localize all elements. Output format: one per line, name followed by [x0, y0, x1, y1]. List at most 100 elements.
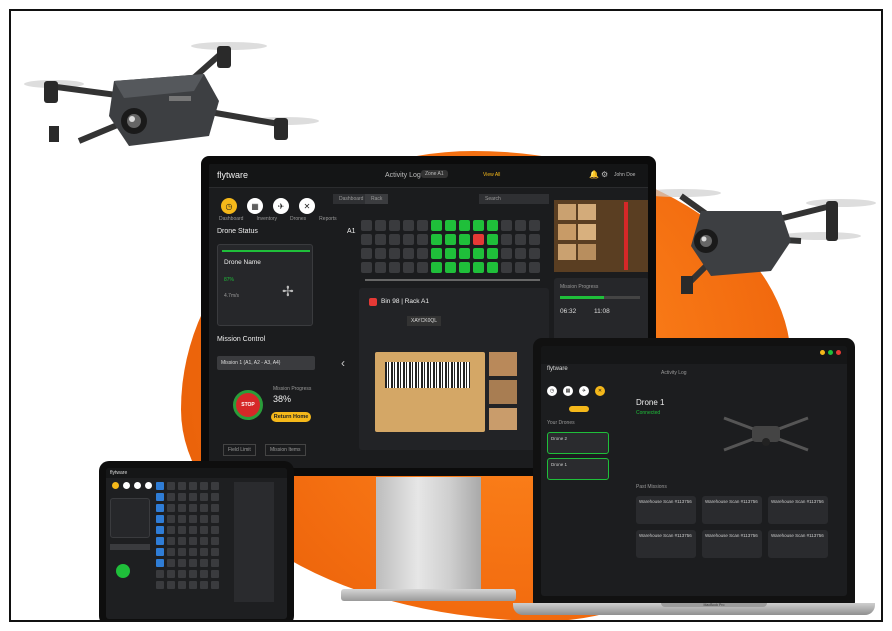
tablet-rack-cell[interactable] [211, 493, 219, 501]
mission-card[interactable]: Warehouse Scan #113756 [768, 496, 828, 524]
drone-list-item[interactable]: Drone 2 [547, 432, 609, 454]
tablet-rack-cell[interactable] [178, 515, 186, 523]
tablet-rack-cell[interactable] [156, 526, 164, 534]
rack-cell[interactable] [459, 220, 470, 231]
tablet-rack-cell[interactable] [167, 515, 175, 523]
field-limit-button[interactable]: Field Limit [223, 444, 256, 456]
tablet-rack-cell[interactable] [178, 548, 186, 556]
rack-scrollbar[interactable] [365, 279, 540, 281]
rack-cell[interactable] [473, 234, 484, 245]
tablet-rack-cell[interactable] [200, 548, 208, 556]
rack-cell[interactable] [431, 220, 442, 231]
laptop-yellow-button[interactable] [569, 406, 589, 412]
rack-cell[interactable] [515, 220, 526, 231]
return-home-button[interactable]: Return Home [271, 412, 311, 422]
rack-cell[interactable] [501, 248, 512, 259]
rack-cell[interactable] [361, 262, 372, 273]
nav-icon[interactable]: ✕ [595, 386, 605, 396]
rack-cell[interactable] [375, 262, 386, 273]
rack-cell[interactable] [445, 248, 456, 259]
nav-icon[interactable]: ◷ [547, 386, 557, 396]
tablet-rack-cell[interactable] [178, 504, 186, 512]
tablet-rack-cell[interactable] [200, 559, 208, 567]
rack-cell[interactable] [515, 234, 526, 245]
tablet-rack-cell[interactable] [178, 537, 186, 545]
rack-cell[interactable] [417, 248, 428, 259]
tablet-go-button[interactable] [116, 564, 130, 578]
thumbnail-1[interactable] [489, 352, 517, 376]
tablet-rack-cell[interactable] [189, 548, 197, 556]
rack-cell[interactable] [403, 248, 414, 259]
rack-cell[interactable] [515, 262, 526, 273]
rack-cell[interactable] [487, 220, 498, 231]
tablet-rack-cell[interactable] [189, 537, 197, 545]
tablet-rack-cell[interactable] [189, 570, 197, 578]
rack-cell[interactable] [445, 262, 456, 273]
thumbnail-3[interactable] [489, 408, 517, 430]
tablet-rack-cell[interactable] [200, 515, 208, 523]
rack-cell[interactable] [417, 234, 428, 245]
stop-button[interactable]: STOP [233, 390, 263, 420]
tablet-rack-cell[interactable] [211, 548, 219, 556]
rack-cell[interactable] [417, 262, 428, 273]
tablet-rack-cell[interactable] [156, 482, 164, 490]
tablet-rack-cell[interactable] [156, 537, 164, 545]
rack-cell[interactable] [459, 248, 470, 259]
tablet-rack-cell[interactable] [167, 482, 175, 490]
zone-chip[interactable]: Zone A1 [421, 170, 448, 178]
rack-cell[interactable] [431, 234, 442, 245]
tablet-rack-cell[interactable] [156, 493, 164, 501]
rack-cell[interactable] [403, 262, 414, 273]
rack-cell[interactable] [529, 220, 540, 231]
view-all-link[interactable]: View All [483, 172, 500, 178]
rack-cell[interactable] [389, 234, 400, 245]
rack-cell[interactable] [403, 234, 414, 245]
inventory-nav-icon[interactable]: ▦ [247, 198, 263, 214]
tablet-rack-cell[interactable] [200, 493, 208, 501]
rack-cell[interactable] [375, 220, 386, 231]
rack-cell[interactable] [361, 234, 372, 245]
rack-cell[interactable] [487, 262, 498, 273]
nav-icon[interactable]: ▦ [563, 386, 573, 396]
rack-cell[interactable] [431, 248, 442, 259]
tablet-rack-cell[interactable] [156, 559, 164, 567]
rack-cell[interactable] [417, 220, 428, 231]
drone-list-item[interactable]: Drone 1 [547, 458, 609, 480]
tablet-rack-cell[interactable] [211, 526, 219, 534]
settings-icon[interactable]: ⚙ [601, 170, 608, 179]
rack-cell[interactable] [459, 262, 470, 273]
tablet-rack-cell[interactable] [156, 515, 164, 523]
tablet-rack-cell[interactable] [178, 493, 186, 501]
tablet-rack-cell[interactable] [167, 493, 175, 501]
tablet-select[interactable] [110, 544, 150, 550]
rack-cell[interactable] [375, 234, 386, 245]
rack-cell[interactable] [529, 262, 540, 273]
mission-card[interactable]: Warehouse Scan #113756 [636, 530, 696, 558]
tablet-rack-cell[interactable] [189, 504, 197, 512]
tablet-rack-cell[interactable] [167, 559, 175, 567]
user-name[interactable]: John Doe [614, 172, 635, 178]
tablet-rack-cell[interactable] [211, 515, 219, 523]
tablet-rack-cell[interactable] [156, 570, 164, 578]
rack-cell[interactable] [361, 248, 372, 259]
tablet-rack-cell[interactable] [189, 559, 197, 567]
tablet-rack-cell[interactable] [178, 526, 186, 534]
rack-cell[interactable] [361, 220, 372, 231]
thumbnail-2[interactable] [489, 380, 517, 404]
nav-icon[interactable]: ✈ [579, 386, 589, 396]
rack-cell[interactable] [501, 234, 512, 245]
search-input[interactable]: Search [479, 194, 549, 204]
rack-cell[interactable] [473, 262, 484, 273]
chevron-left-icon[interactable]: ‹ [341, 356, 345, 370]
rack-cell[interactable] [529, 234, 540, 245]
mission-card[interactable]: Warehouse Scan #113756 [702, 530, 762, 558]
tablet-rack-cell[interactable] [200, 504, 208, 512]
rack-cell[interactable] [431, 262, 442, 273]
tablet-rack-cell[interactable] [211, 504, 219, 512]
tablet-rack-cell[interactable] [167, 537, 175, 545]
tablet-rack-cell[interactable] [167, 570, 175, 578]
tab-dashboard[interactable]: Dashboard [333, 194, 370, 204]
mission-card[interactable]: Warehouse Scan #113756 [768, 530, 828, 558]
tablet-rack-cell[interactable] [178, 581, 186, 589]
close-icon[interactable] [836, 350, 841, 355]
